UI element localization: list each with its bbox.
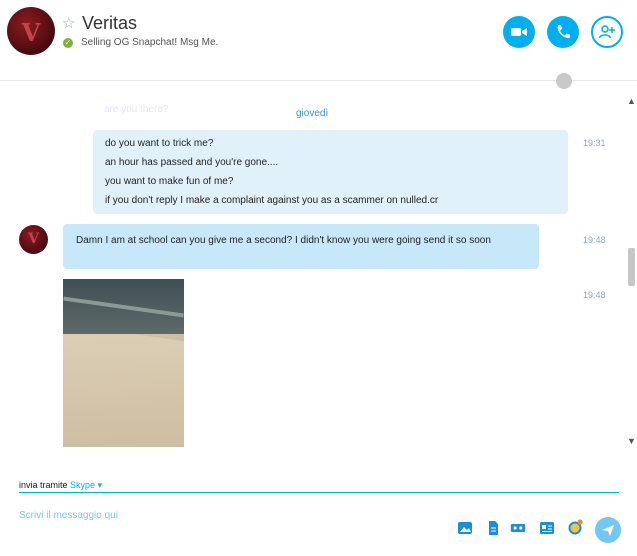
composer-divider	[19, 492, 619, 493]
video-message-icon[interactable]	[510, 521, 526, 535]
message-text: Damn I am at school can you give me a se…	[76, 235, 491, 246]
photo-desk	[63, 322, 184, 447]
audio-call-button[interactable]	[547, 16, 579, 48]
contact-name[interactable]: Veritas	[82, 13, 137, 34]
scroll-up-icon[interactable]: ▲	[627, 96, 636, 106]
add-people-button[interactable]	[591, 16, 623, 48]
image-icon[interactable]	[457, 521, 473, 535]
send-icon	[602, 525, 614, 536]
avatar-letter: V	[28, 231, 39, 247]
scroll-thumb[interactable]	[628, 248, 635, 286]
favorite-star-icon[interactable]: ☆	[62, 14, 75, 32]
online-status-icon: ✓	[63, 38, 73, 48]
send-via-label: invia tramite	[19, 480, 68, 490]
message-timestamp: 19:48	[583, 235, 606, 245]
video-camera-icon	[511, 28, 527, 36]
avatar-letter: V	[21, 18, 41, 47]
message-timestamp: 19:48	[583, 290, 606, 300]
contact-card-icon[interactable]	[539, 521, 555, 535]
message-line: you want to make fun of me?	[105, 176, 234, 187]
chevron-down-icon[interactable]: ▾	[98, 480, 103, 490]
message-line: do you want to trick me?	[105, 138, 214, 149]
send-button[interactable]	[595, 517, 621, 543]
mood-message: Selling OG Snapchat! Msg Me.	[81, 37, 219, 48]
emoticon-icon[interactable]	[567, 519, 583, 535]
send-via-selector[interactable]: invia tramite Skype ▾	[19, 480, 102, 491]
photo-attachment[interactable]	[63, 279, 184, 447]
message-list: are you there? giovedì do you want to tr…	[0, 88, 626, 450]
message-line: if you don't reply I make a complaint ag…	[105, 195, 439, 206]
file-icon[interactable]	[485, 521, 501, 535]
chat-header: V ☆ Veritas ✓ Selling OG Snapchat! Msg M…	[0, 0, 637, 81]
send-via-service[interactable]: Skype	[70, 480, 95, 490]
message-line: an hour has passed and you're gone....	[105, 157, 279, 168]
sender-avatar[interactable]: V	[19, 225, 48, 254]
incoming-message-bubble[interactable]: Damn I am at school can you give me a se…	[63, 224, 539, 269]
video-call-button[interactable]	[503, 16, 535, 48]
phone-icon	[557, 25, 570, 39]
message-timestamp: 19:31	[583, 138, 606, 148]
add-person-icon	[598, 25, 615, 39]
faded-message: are you there?	[104, 104, 169, 115]
message-input[interactable]	[19, 510, 439, 521]
avatar[interactable]: V	[7, 7, 55, 55]
scroll-down-icon[interactable]: ▼	[627, 436, 636, 446]
scrollbar[interactable]: ▲ ▼	[626, 96, 637, 448]
day-separator: giovedì	[296, 108, 329, 119]
outgoing-message-bubble[interactable]: do you want to trick me? an hour has pas…	[93, 130, 568, 214]
